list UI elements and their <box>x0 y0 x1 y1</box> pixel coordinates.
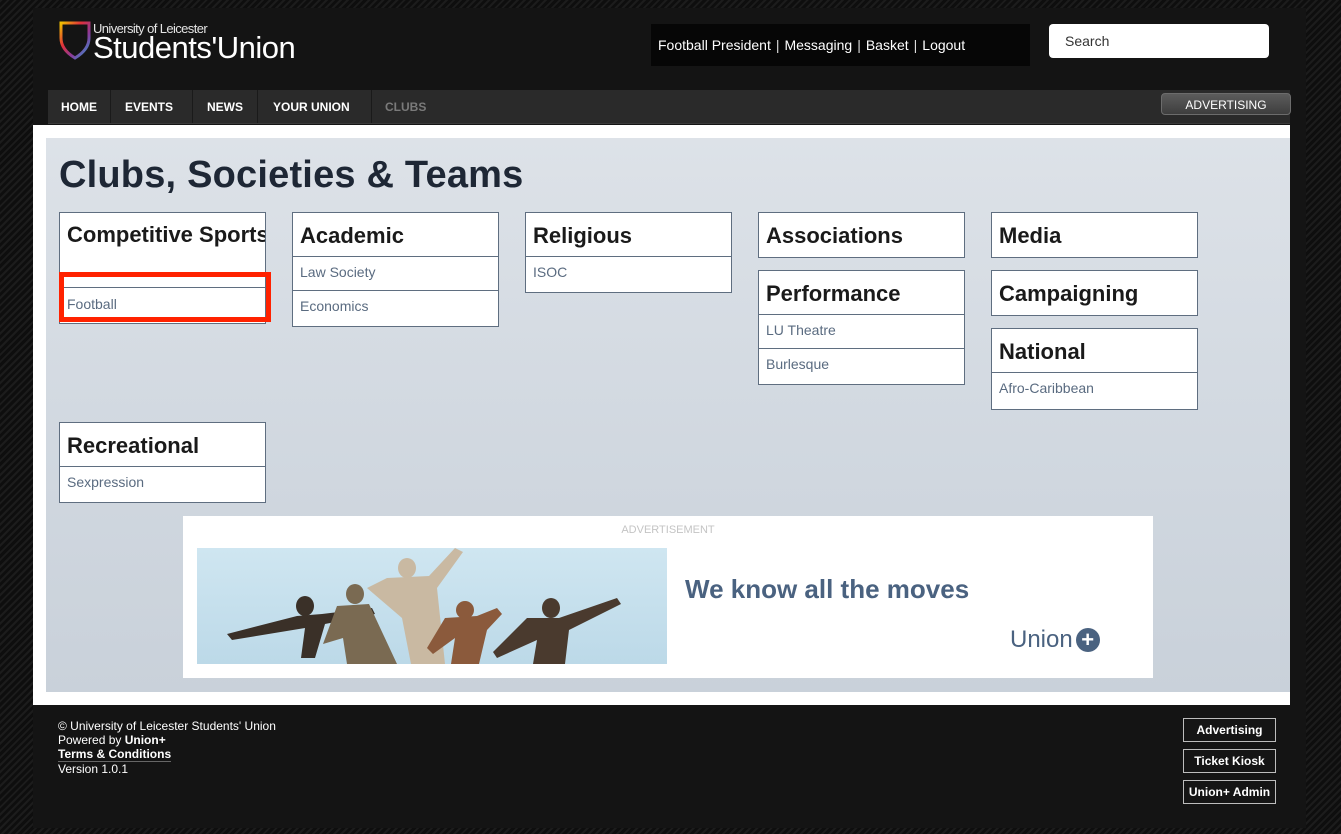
nav-divider <box>371 90 372 123</box>
nav-divider <box>192 90 193 123</box>
ad-brand: Union + <box>1010 626 1100 654</box>
separator: | <box>775 37 780 53</box>
plus-icon: + <box>1075 628 1100 652</box>
category-title: National <box>992 329 1197 373</box>
club-link-economics[interactable]: Economics <box>293 290 498 324</box>
category-academic: Academic Law Society Economics <box>292 212 499 327</box>
category-performance: Performance LU Theatre Burlesque <box>758 270 965 385</box>
highlight-box <box>59 272 271 322</box>
category-title[interactable]: Campaigning <box>992 271 1197 315</box>
separator: | <box>857 37 861 53</box>
footer-ticket-kiosk-button[interactable]: Ticket Kiosk <box>1183 749 1276 773</box>
footer-powered-prefix: Powered by <box>58 733 122 747</box>
category-title: Performance <box>759 271 964 315</box>
user-link-logout[interactable]: Logout <box>922 37 965 53</box>
category-national: National Afro-Caribbean <box>991 328 1198 410</box>
user-link-basket[interactable]: Basket <box>866 37 909 53</box>
club-link-afro-caribbean[interactable]: Afro-Caribbean <box>992 373 1197 406</box>
club-link-isoc[interactable]: ISOC <box>526 257 731 290</box>
nav-item-events[interactable]: EVENTS <box>125 100 173 114</box>
ad-image-dancers <box>197 548 667 664</box>
category-title[interactable]: Associations <box>759 213 964 257</box>
club-link-lu-theatre[interactable]: LU Theatre <box>759 315 964 348</box>
shield-icon <box>59 21 91 60</box>
footer-powered-brand[interactable]: Union+ <box>125 733 166 747</box>
page-frame: University of Leicester Students'Union F… <box>33 8 1306 828</box>
ad-brand-text: Union <box>1010 626 1073 653</box>
category-title: Recreational <box>60 423 265 467</box>
students-union-logo[interactable]: University of Leicester Students'Union <box>58 16 358 71</box>
category-media: Media <box>991 212 1198 258</box>
nav-item-clubs[interactable]: CLUBS <box>385 100 426 114</box>
nav-divider <box>257 90 258 123</box>
footer-info: © University of Leicester Students' Unio… <box>58 719 276 776</box>
footer-terms-link[interactable]: Terms & Conditions <box>58 747 172 762</box>
nav-item-your-union[interactable]: YOUR UNION <box>273 100 350 114</box>
logo-union-text: Students'Union <box>93 30 296 65</box>
category-religious: Religious ISOC <box>525 212 732 293</box>
search-input[interactable]: Search <box>1049 24 1269 58</box>
dancers-illustration <box>227 548 621 664</box>
footer-version: Version 1.0.1 <box>58 762 129 776</box>
user-link-messaging[interactable]: Messaging <box>784 37 852 53</box>
user-links-bar: Football President | Messaging | Basket … <box>651 24 1030 66</box>
club-link-sexpression[interactable]: Sexpression <box>60 467 265 500</box>
main-nav: HOME EVENTS NEWS YOUR UNION CLUBS ADVERT… <box>48 90 1291 124</box>
footer-powered-by: Powered by Union+ <box>58 733 276 747</box>
category-associations: Associations <box>758 212 965 258</box>
user-link-profile[interactable]: Football President <box>658 37 771 53</box>
nav-item-news[interactable]: NEWS <box>207 100 243 114</box>
ad-slogan: We know all the moves <box>685 574 970 604</box>
nav-item-home[interactable]: HOME <box>61 100 97 114</box>
ad-label: ADVERTISEMENT <box>621 524 715 536</box>
separator: | <box>913 37 918 53</box>
category-title: Academic <box>293 213 498 257</box>
footer-copyright: © University of Leicester Students' Unio… <box>58 719 276 733</box>
club-link-burlesque[interactable]: Burlesque <box>759 348 964 382</box>
category-campaigning: Campaigning <box>991 270 1198 316</box>
page-title: Clubs, Societies & Teams <box>59 154 524 196</box>
category-title: Religious <box>526 213 731 257</box>
club-link-law-society[interactable]: Law Society <box>293 257 498 290</box>
category-recreational: Recreational Sexpression <box>59 422 266 503</box>
advertising-button[interactable]: ADVERTISING <box>1161 93 1291 115</box>
nav-divider <box>110 90 111 123</box>
advertisement-banner[interactable]: ADVERTISEMENT We know all the moves Unio… <box>183 516 1153 678</box>
category-title[interactable]: Media <box>992 213 1197 257</box>
footer-admin-button[interactable]: Union+ Admin <box>1183 780 1276 804</box>
footer-advertising-button[interactable]: Advertising <box>1183 718 1276 742</box>
